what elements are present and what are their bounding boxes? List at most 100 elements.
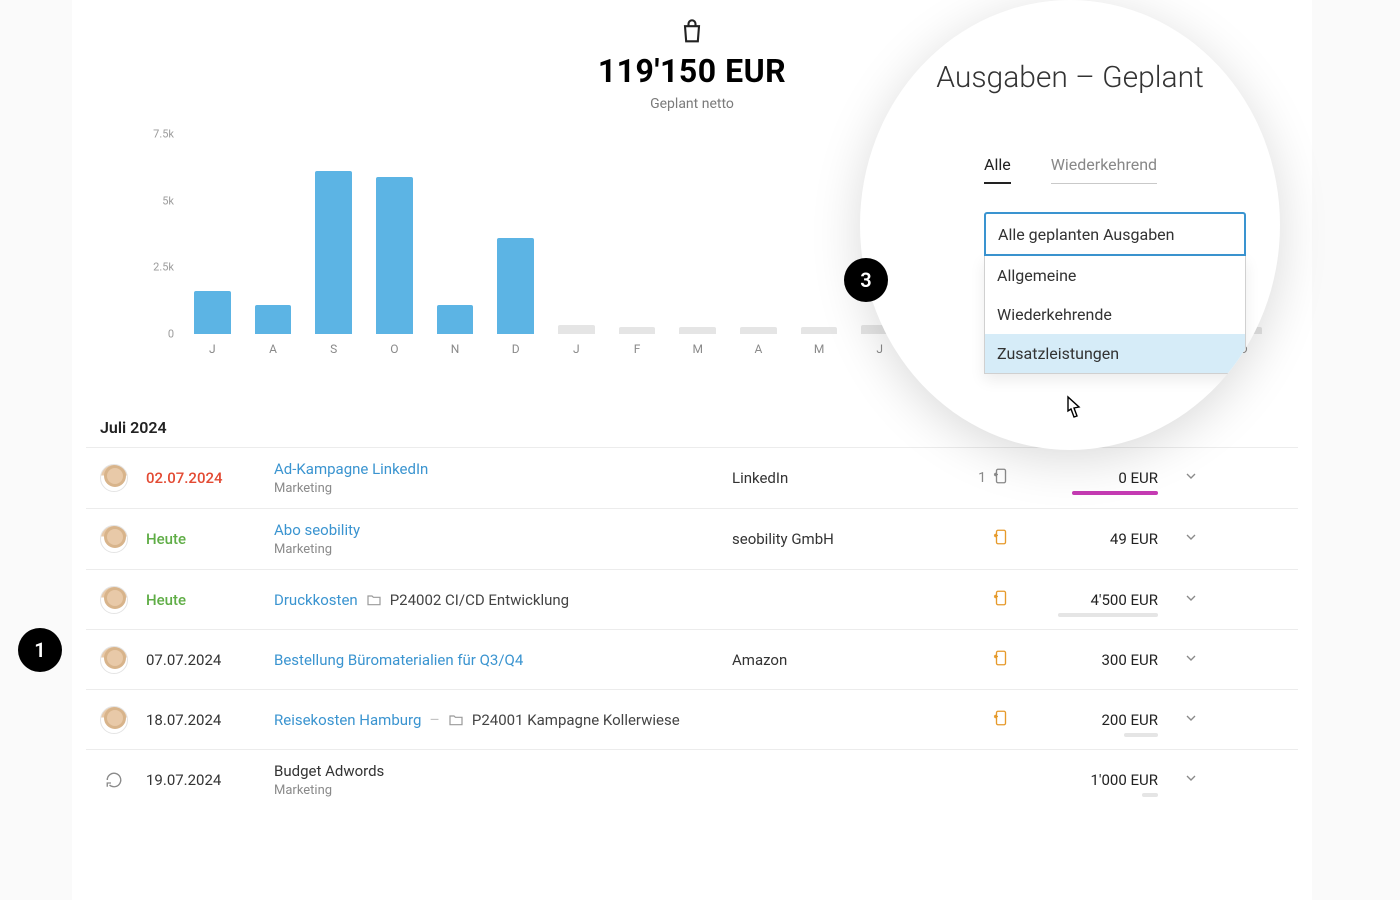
row-title-cell: DruckkostenP24002 CI/CD Entwicklung [274,591,714,609]
avatar [100,464,128,492]
chart-bar[interactable] [255,305,292,334]
project-name: P24001 Kampagne Kollerwiese [472,711,680,729]
expand-button[interactable] [1176,529,1206,549]
row-vendor: Amazon [732,651,932,669]
tab-all[interactable]: Alle [984,155,1011,184]
chart-bar[interactable] [740,327,777,334]
amount-sparkbar [1058,613,1158,617]
row-title: Budget Adwords [274,762,384,780]
avatar [100,646,128,674]
row-date: 18.07.2024 [146,711,256,729]
chart-bar[interactable] [194,291,231,334]
expense-row[interactable]: 07.07.2024 Bestellung Büromaterialien für… [86,629,1298,689]
y-axis-tick: 5k [124,194,174,207]
x-axis-label: F [619,342,656,356]
popover-title: Ausgaben – Geplant [860,60,1280,95]
expense-row[interactable]: 18.07.2024 Reisekosten Hamburg–P24001 Kam… [86,689,1298,749]
expense-row[interactable]: Heute DruckkostenP24002 CI/CD Entwicklung… [86,569,1298,629]
row-title-cell: Reisekosten Hamburg–P24001 Kampagne Koll… [274,710,714,729]
row-subtitle: Marketing [274,783,714,798]
row-title-cell: Abo seobility Marketing [274,521,714,557]
amount-sparkbar [1072,491,1158,495]
expense-row[interactable]: 19.07.2024Budget AdwordsMarketing1'000 E… [86,749,1298,810]
filter-option[interactable]: Wiederkehrende [985,295,1245,334]
row-amount: 1'000 EUR [1028,771,1158,789]
row-title-link[interactable]: Druckkosten [274,591,358,609]
avatar [100,586,128,614]
document-icon [992,467,1010,489]
chart-bar[interactable] [376,177,413,334]
expense-list: 02.07.2024Ad-Kampagne LinkedInMarketingL… [86,447,1298,810]
expand-button[interactable] [1176,770,1206,790]
attachment-indicator[interactable]: 1 [950,467,1010,489]
x-axis-label: O [376,342,413,356]
attachment-indicator[interactable] [950,649,1010,671]
x-axis-label: N [437,342,474,356]
x-axis-label: S [315,342,352,356]
x-axis-label: A [255,342,292,356]
callout-badge-1: 1 [18,628,62,672]
row-vendor: seobility GmbH [732,530,932,548]
row-title-cell: Ad-Kampagne LinkedIn Marketing [274,460,714,496]
x-axis-label: A [740,342,777,356]
folder-icon [366,592,382,608]
attachment-indicator[interactable] [950,709,1010,731]
chart-bar[interactable] [801,327,838,334]
row-title-link[interactable]: Reisekosten Hamburg [274,711,421,729]
callout-badge-3: 3 [844,258,888,302]
chart-bar[interactable] [315,171,352,334]
amount-sparkbar [1142,793,1158,797]
document-icon [992,709,1010,731]
row-amount: 200 EUR [1028,711,1158,729]
row-vendor: LinkedIn [732,469,932,487]
row-title-link[interactable]: Bestellung Büromaterialien für Q3/Q4 [274,651,523,669]
expense-row[interactable]: Heute Abo seobility Marketing seobility Gmb… [86,508,1298,569]
avatar [100,706,128,734]
y-axis-tick: 2.5k [124,261,174,274]
chart-bar[interactable] [679,327,716,334]
attachment-indicator[interactable] [950,589,1010,611]
avatar [100,525,128,553]
expand-button[interactable] [1176,468,1206,488]
filter-select[interactable]: Alle geplanten Ausgaben [984,212,1246,256]
row-subtitle: Marketing [274,481,714,496]
row-amount: 4'500 EUR [1028,591,1158,609]
attachment-indicator[interactable] [950,528,1010,550]
x-axis-label: J [194,342,231,356]
row-amount: 49 EUR [1028,530,1158,548]
chart-bar[interactable] [437,305,474,334]
chart-bar[interactable] [497,238,534,334]
folder-icon [448,712,464,728]
row-title-link[interactable]: Ad-Kampagne LinkedIn [274,460,428,478]
expand-button[interactable] [1176,710,1206,730]
x-axis-label: M [801,342,838,356]
filter-option[interactable]: Allgemeine [985,256,1245,295]
x-axis-label: M [679,342,716,356]
row-date: Heute [146,591,256,609]
expand-button[interactable] [1176,590,1206,610]
filter-option[interactable]: Zusatzleistungen [985,334,1245,373]
row-amount: 0 EUR [1028,469,1158,487]
document-icon [992,589,1010,611]
tab-recurring[interactable]: Wiederkehrend [1051,155,1157,184]
expand-button[interactable] [1176,650,1206,670]
document-icon [992,649,1010,671]
y-axis-tick: 7.5k [124,128,174,141]
y-axis-tick: 0 [124,328,174,341]
popover-tabs: Alle Wiederkehrend [970,145,1260,184]
chart-bar[interactable] [558,325,595,334]
row-date: 07.07.2024 [146,651,256,669]
amount-sparkbar [1124,733,1158,737]
row-amount: 300 EUR [1028,651,1158,669]
row-title-cell: Budget Adwords Marketing [274,762,714,798]
recurring-icon [100,766,128,794]
document-icon [992,528,1010,550]
expense-row[interactable]: 02.07.2024Ad-Kampagne LinkedInMarketingL… [86,447,1298,508]
chart-bar[interactable] [619,327,656,334]
x-axis-label: J [558,342,595,356]
row-title-cell: Bestellung Büromaterialien für Q3/Q4 [274,651,714,669]
row-subtitle: Marketing [274,542,714,557]
row-date: Heute [146,530,256,548]
row-title-link[interactable]: Abo seobility [274,521,360,539]
x-axis-label: D [497,342,534,356]
